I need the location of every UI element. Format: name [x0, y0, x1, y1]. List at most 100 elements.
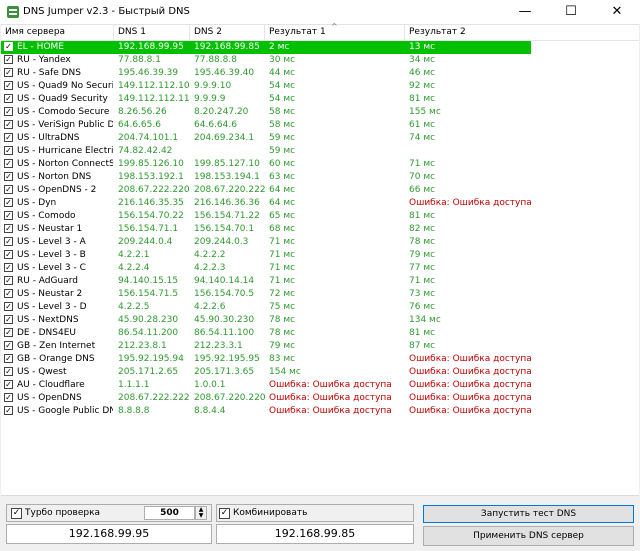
- row-checkbox[interactable]: ✓: [4, 341, 13, 350]
- turbo-value-input[interactable]: 500: [144, 506, 195, 520]
- row-checkbox[interactable]: ✓: [4, 302, 13, 311]
- table-row[interactable]: ✓ US - Google Public DNS 8.8.8.8 8.8.4.4 Оши…: [1, 405, 531, 418]
- table-row[interactable]: ✓ US - NextDNS 45.90.28.230 45.90.30.230 78 …: [1, 314, 531, 327]
- row-checkbox[interactable]: ✓: [4, 94, 13, 103]
- table-row[interactable]: ✓ AU - Cloudflare 1.1.1.1 1.0.0.1 Ошибка: Ош…: [1, 379, 531, 392]
- column-header-dns1[interactable]: DNS 1: [114, 25, 190, 40]
- row-checkbox[interactable]: ✓: [4, 68, 13, 77]
- table-row[interactable]: ✓ US - Dyn 216.146.35.35 216.146.36.36 64 мс…: [1, 197, 531, 210]
- table-row[interactable]: ✓ US - Norton DNS 198.153.192.1 198.153.194…: [1, 171, 531, 184]
- row-checkbox[interactable]: ✓: [4, 315, 13, 324]
- server-name: US - OpenDNS - 2: [17, 185, 97, 195]
- table-row[interactable]: ✓ US - Level 3 - D 4.2.2.5 4.2.2.6 75 мс 76 м…: [1, 301, 531, 314]
- row-checkbox[interactable]: ✓: [4, 380, 13, 389]
- server-name: US - Dyn: [17, 198, 57, 208]
- row-checkbox[interactable]: ✓: [4, 107, 13, 116]
- dns-server-list[interactable]: Имя сервера DNS 1 DNS 2 Результат 1 Резу…: [1, 22, 639, 496]
- column-header-result2[interactable]: Результат 2: [405, 25, 639, 40]
- dns2-cell: 4.2.2.3: [194, 263, 226, 273]
- table-row[interactable]: ✓ GB - Orange DNS 195.92.195.94 195.92.195.…: [1, 353, 531, 366]
- combine-checkbox[interactable]: ✓: [219, 508, 230, 519]
- table-row[interactable]: ✓ US - Quad9 Security 149.112.112.112 9.9.9…: [1, 93, 531, 106]
- row-checkbox[interactable]: ✓: [4, 328, 13, 337]
- row-checkbox[interactable]: ✓: [4, 406, 13, 415]
- table-row[interactable]: ✓ RU - Safe DNS 195.46.39.39 195.46.39.40 44…: [1, 67, 531, 80]
- turbo-checkbox[interactable]: ✓: [11, 508, 22, 519]
- row-checkbox[interactable]: ✓: [4, 198, 13, 207]
- row-checkbox[interactable]: ✓: [4, 250, 13, 259]
- dns2-field[interactable]: 192.168.99.85: [216, 524, 414, 544]
- result1-cell: 2 мс: [269, 42, 290, 52]
- table-row[interactable]: ✓ US - Quad9 No Security 149.112.112.10 9.9…: [1, 80, 531, 93]
- table-row[interactable]: ✓ US - Comodo Secure 8.26.56.26 8.20.247.20…: [1, 106, 531, 119]
- result1-cell: 79 мс: [269, 341, 296, 351]
- row-checkbox[interactable]: ✓: [4, 211, 13, 220]
- dns1-cell: 64.6.65.6: [118, 120, 161, 130]
- table-row[interactable]: ✓ RU - AdGuard 94.140.15.15 94.140.14.14 71 …: [1, 275, 531, 288]
- dns2-cell: 199.85.127.10: [194, 159, 260, 169]
- table-row[interactable]: ✓ US - Norton ConnectSa... 199.85.126.10 19…: [1, 158, 531, 171]
- row-checkbox[interactable]: ✓: [4, 133, 13, 142]
- row-checkbox[interactable]: ✓: [4, 159, 13, 168]
- turbo-spinner[interactable]: ▲ ▼: [195, 506, 207, 520]
- dns1-cell: 204.74.101.1: [118, 133, 179, 143]
- result1-cell: 68 мс: [269, 224, 296, 234]
- row-checkbox[interactable]: ✓: [4, 146, 13, 155]
- table-row[interactable]: ✓ US - UltraDNS 204.74.101.1 204.69.234.1 59…: [1, 132, 531, 145]
- result2-cell: 73 мс: [409, 289, 436, 299]
- table-row[interactable]: ✓ EL - HOME 192.168.99.95 192.168.99.85 2 мс…: [1, 41, 531, 54]
- row-checkbox[interactable]: ✓: [4, 237, 13, 246]
- row-checkbox[interactable]: ✓: [4, 224, 13, 233]
- table-row[interactable]: ✓ US - VeriSign Public DNS 64.6.65.6 64.6.6…: [1, 119, 531, 132]
- row-checkbox[interactable]: ✓: [4, 354, 13, 363]
- result1-cell: Ошибка: Ошибка доступа: [269, 380, 392, 390]
- result2-cell: 92 мс: [409, 81, 436, 91]
- column-header-dns2[interactable]: DNS 2: [190, 25, 265, 40]
- row-checkbox[interactable]: ✓: [4, 81, 13, 90]
- row-checkbox[interactable]: ✓: [4, 263, 13, 272]
- result1-cell: 44 мс: [269, 68, 296, 78]
- title-bar: DNS Jumper v2.3 - Быстрый DNS — ☐ ✕: [0, 0, 640, 24]
- spinner-down-icon[interactable]: ▼: [199, 512, 204, 519]
- table-row[interactable]: ✓ US - Comodo 156.154.70.22 156.154.71.22 65…: [1, 210, 531, 223]
- row-checkbox[interactable]: ✓: [4, 172, 13, 181]
- table-row[interactable]: ✓ US - Qwest 205.171.2.65 205.171.3.65 154 м…: [1, 366, 531, 379]
- table-row[interactable]: ✓ US - Level 3 - B 4.2.2.1 4.2.2.2 71 мс 79 м…: [1, 249, 531, 262]
- start-test-button[interactable]: Запустить тест DNS: [423, 505, 634, 523]
- table-row[interactable]: ✓ US - Level 3 - A 209.244.0.4 209.244.0.3 7…: [1, 236, 531, 249]
- dns1-cell: 1.1.1.1: [118, 380, 150, 390]
- dns2-cell: 156.154.71.22: [194, 211, 260, 221]
- dns1-cell: 77.88.8.1: [118, 55, 161, 65]
- row-checkbox[interactable]: ✓: [4, 55, 13, 64]
- server-name: EL - HOME: [17, 42, 64, 52]
- row-checkbox[interactable]: ✓: [4, 185, 13, 194]
- row-checkbox[interactable]: ✓: [4, 289, 13, 298]
- column-header-name[interactable]: Имя сервера: [1, 25, 114, 40]
- dns1-field[interactable]: 192.168.99.95: [6, 524, 212, 544]
- result1-cell: Ошибка: Ошибка доступа: [269, 406, 392, 416]
- server-name: US - Level 3 - B: [17, 250, 86, 260]
- table-row[interactable]: ✓ US - Hurricane Electric 74.82.42.42 59 мс: [1, 145, 531, 158]
- table-row[interactable]: ✓ US - Neustar 1 156.154.71.1 156.154.70.1 6…: [1, 223, 531, 236]
- table-row[interactable]: ✓ US - Level 3 - C 4.2.2.4 4.2.2.3 71 мс 77 м…: [1, 262, 531, 275]
- row-checkbox[interactable]: ✓: [4, 120, 13, 129]
- row-checkbox[interactable]: ✓: [4, 42, 13, 51]
- table-row[interactable]: ✓ US - Neustar 2 156.154.71.5 156.154.70.5 7…: [1, 288, 531, 301]
- table-row[interactable]: ✓ US - OpenDNS - 2 208.67.222.220 208.67.22…: [1, 184, 531, 197]
- dns2-cell: 4.2.2.2: [194, 250, 226, 260]
- result1-cell: 65 мс: [269, 211, 296, 221]
- row-checkbox[interactable]: ✓: [4, 276, 13, 285]
- maximize-button[interactable]: ☐: [548, 0, 594, 24]
- dns2-cell: [194, 145, 265, 158]
- table-row[interactable]: ✓ RU - Yandex 77.88.8.1 77.88.8.8 30 мс 34 мс: [1, 54, 531, 67]
- table-row[interactable]: ✓ DE - DNS4EU 86.54.11.200 86.54.11.100 78 м…: [1, 327, 531, 340]
- close-button[interactable]: ✕: [594, 0, 640, 24]
- server-name: US - Neustar 2: [17, 289, 83, 299]
- table-row[interactable]: ✓ US - OpenDNS 208.67.222.222 208.67.220.22…: [1, 392, 531, 405]
- minimize-button[interactable]: —: [502, 0, 548, 24]
- row-checkbox[interactable]: ✓: [4, 393, 13, 402]
- result2-cell: 13 мс: [409, 42, 436, 52]
- table-row[interactable]: ✓ GB - Zen Internet 212.23.8.1 212.23.3.1 79…: [1, 340, 531, 353]
- row-checkbox[interactable]: ✓: [4, 367, 13, 376]
- apply-dns-button[interactable]: Применить DNS сервер: [423, 526, 634, 546]
